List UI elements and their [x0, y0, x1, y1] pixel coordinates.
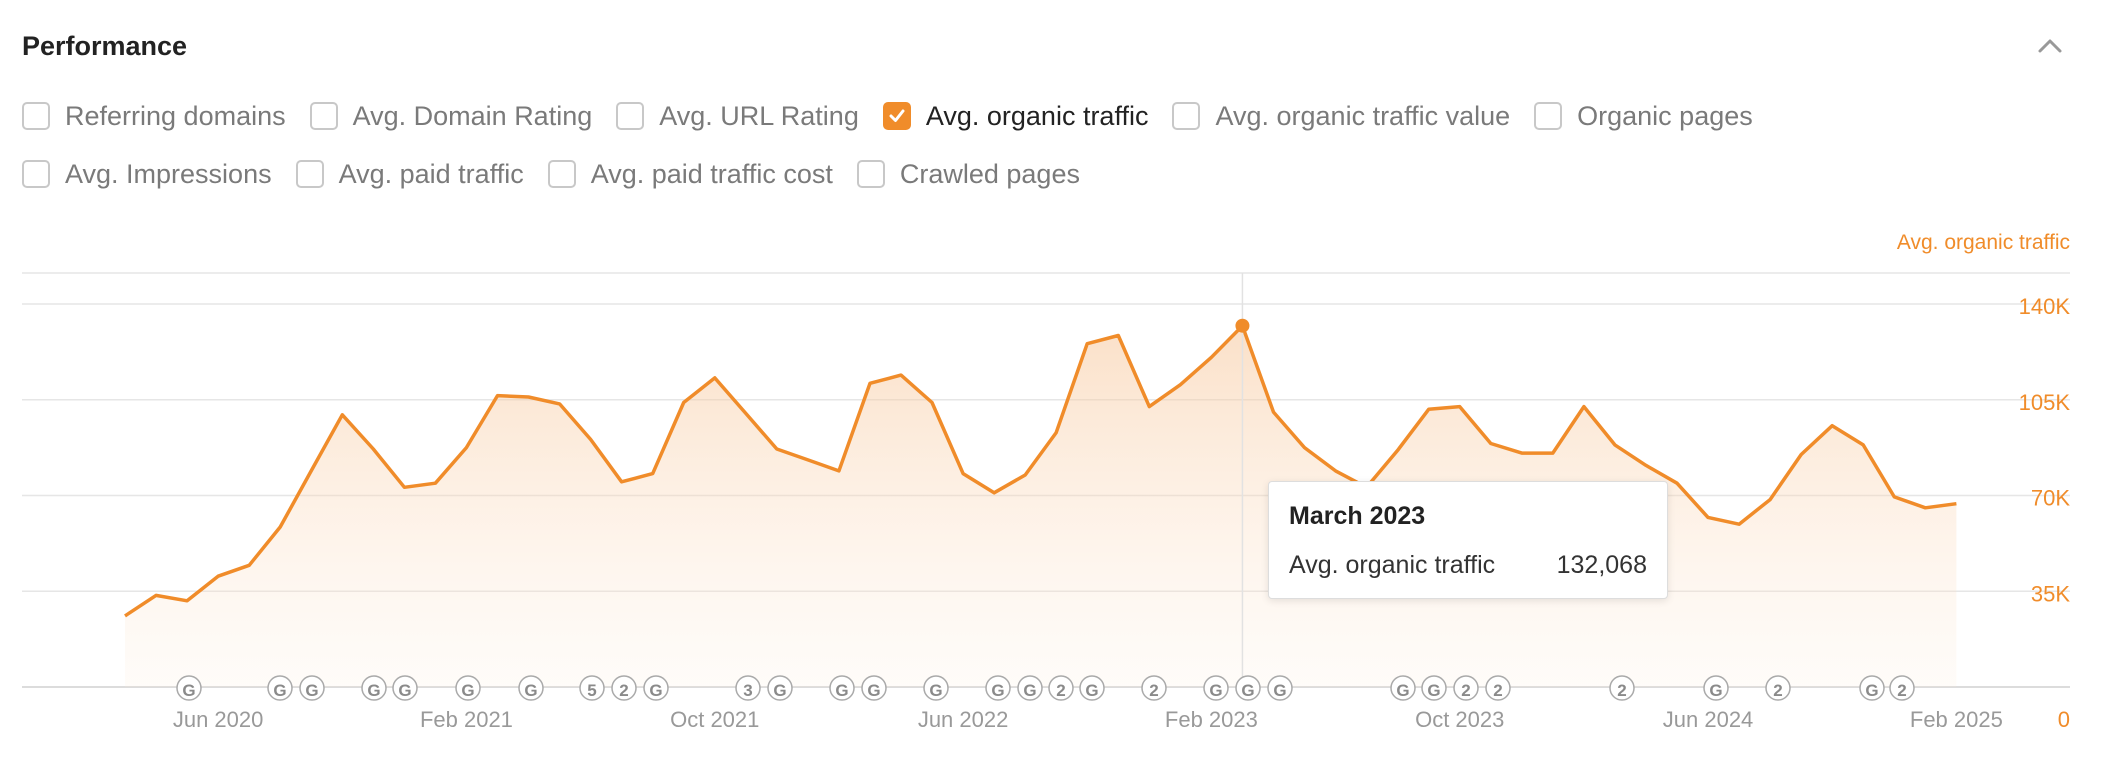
google-update-marker[interactable]: G	[1017, 675, 1043, 701]
series-axis-label: Avg. organic traffic	[1897, 231, 2070, 254]
svg-text:G: G	[1709, 681, 1722, 700]
x-tick-label: Feb 2023	[1165, 707, 1258, 732]
event-count-marker[interactable]: 5	[579, 675, 605, 701]
tooltip-title: March 2023	[1289, 502, 1426, 530]
google-update-marker[interactable]: G	[518, 675, 544, 701]
svg-text:G: G	[1396, 681, 1409, 700]
svg-text:G: G	[1023, 681, 1036, 700]
svg-text:G: G	[929, 681, 942, 700]
google-update-marker[interactable]: G	[923, 675, 949, 701]
svg-text:2: 2	[1493, 681, 1502, 700]
performance-chart: Avg. organic traffic 0 35K 70K 105K 140K Jun 2…	[22, 231, 2071, 732]
event-count-marker[interactable]: 2	[1141, 675, 1167, 701]
svg-text:G: G	[1273, 681, 1286, 700]
svg-text:G: G	[1241, 681, 1254, 700]
x-tick-label: Oct 2021	[670, 707, 759, 732]
google-update-marker[interactable]: G	[1079, 675, 1105, 701]
google-update-marker[interactable]: G	[455, 675, 481, 701]
svg-text:G: G	[305, 681, 318, 700]
google-update-marker[interactable]: G	[1421, 675, 1447, 701]
google-update-marker[interactable]: G	[1703, 675, 1729, 701]
svg-text:G: G	[991, 681, 1004, 700]
y-tick-label: 35K	[2031, 581, 2070, 606]
svg-text:G: G	[1865, 681, 1878, 700]
svg-text:G: G	[461, 681, 474, 700]
x-tick-label: Jun 2022	[918, 707, 1009, 732]
tooltip-value: 132,068	[1556, 551, 1647, 579]
series-area	[125, 325, 1957, 687]
svg-text:G: G	[1427, 681, 1440, 700]
svg-text:G: G	[182, 681, 195, 700]
google-update-marker[interactable]: G	[985, 675, 1011, 701]
event-count-marker[interactable]: 2	[1485, 675, 1511, 701]
svg-text:G: G	[649, 681, 662, 700]
svg-text:2: 2	[1617, 681, 1626, 700]
svg-text:3: 3	[743, 681, 752, 700]
event-count-marker[interactable]: 2	[1765, 675, 1791, 701]
x-tick-label: Jun 2024	[1663, 707, 1754, 732]
y-tick-label: 105K	[2019, 390, 2071, 415]
google-update-marker[interactable]: G	[767, 675, 793, 701]
svg-text:2: 2	[1461, 681, 1470, 700]
svg-text:2: 2	[1149, 681, 1158, 700]
chart-tooltip: March 2023 Avg. organic traffic 132,068	[1268, 481, 1668, 599]
svg-text:G: G	[1085, 681, 1098, 700]
svg-text:2: 2	[619, 681, 628, 700]
google-update-marker[interactable]: G	[829, 675, 855, 701]
svg-text:G: G	[1209, 681, 1222, 700]
y-tick-label: 70K	[2031, 486, 2070, 511]
google-update-marker[interactable]: G	[1859, 675, 1885, 701]
x-tick-label: Oct 2023	[1415, 707, 1504, 732]
y-tick-label: 0	[2058, 707, 2070, 732]
highlight-point	[1235, 318, 1250, 333]
svg-text:G: G	[773, 681, 786, 700]
event-count-marker[interactable]: 2	[1889, 675, 1915, 701]
svg-text:G: G	[835, 681, 848, 700]
svg-text:5: 5	[587, 681, 596, 700]
tooltip-metric: Avg. organic traffic	[1289, 551, 1496, 579]
svg-text:G: G	[273, 681, 286, 700]
google-update-marker[interactable]: G	[1390, 675, 1416, 701]
x-tick-label: Jun 2020	[173, 707, 264, 732]
svg-text:G: G	[867, 681, 880, 700]
event-count-marker[interactable]: 2	[611, 675, 637, 701]
google-update-marker[interactable]: G	[1203, 675, 1229, 701]
svg-text:G: G	[367, 681, 380, 700]
google-update-marker[interactable]: G	[299, 675, 325, 701]
event-count-marker[interactable]: 2	[1453, 675, 1479, 701]
google-update-marker[interactable]: G	[643, 675, 669, 701]
google-update-marker[interactable]: G	[267, 675, 293, 701]
svg-text:G: G	[398, 681, 411, 700]
google-update-marker[interactable]: G	[361, 675, 387, 701]
google-update-marker[interactable]: G	[1235, 675, 1261, 701]
google-update-marker[interactable]: G	[176, 675, 202, 701]
svg-text:2: 2	[1056, 681, 1065, 700]
x-tick-label: Feb 2025	[1910, 707, 2003, 732]
event-count-marker[interactable]: 2	[1609, 675, 1635, 701]
event-count-marker[interactable]: 2	[1048, 675, 1074, 701]
event-count-marker[interactable]: 3	[735, 675, 761, 701]
google-update-marker[interactable]: G	[392, 675, 418, 701]
svg-text:G: G	[524, 681, 537, 700]
google-update-marker[interactable]: G	[861, 675, 887, 701]
svg-text:2: 2	[1773, 681, 1782, 700]
x-tick-label: Feb 2021	[420, 707, 513, 732]
svg-text:2: 2	[1897, 681, 1906, 700]
google-update-marker[interactable]: G	[1267, 675, 1293, 701]
y-tick-label: 140K	[2019, 294, 2071, 319]
